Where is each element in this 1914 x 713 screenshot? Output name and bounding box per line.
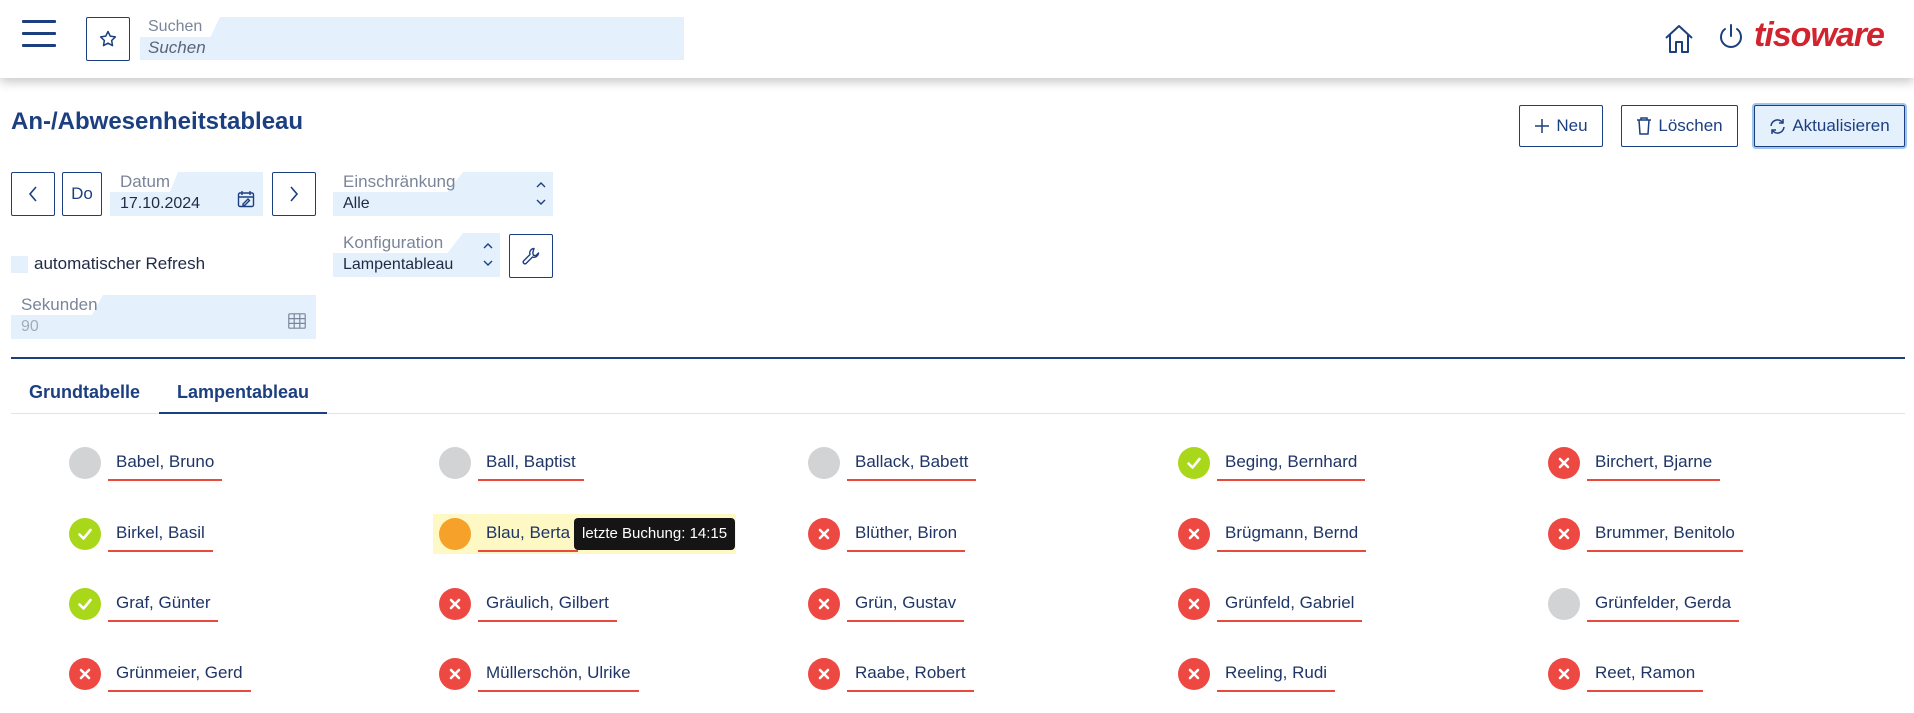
favorite-button[interactable] [86,17,130,61]
status-unknown-icon [439,447,471,479]
date-value: 17.10.2024 [120,195,201,212]
refresh-button[interactable]: Aktualisieren [1754,105,1905,147]
configuration-value: Lampentableau [343,256,454,273]
person-name[interactable]: Grünmeier, Gerd [108,656,251,692]
last-booking-tooltip: letzte Buchung: 14:15 [574,518,736,550]
auto-refresh-checkbox[interactable] [11,255,28,273]
status-absent-icon [808,518,840,550]
star-icon [99,30,117,47]
status-absent-icon [808,588,840,620]
auto-refresh-row: automatischer Refresh [11,254,205,274]
status-absent-icon [1548,447,1580,479]
plus-icon [1535,119,1550,133]
chevron-right-icon [290,186,299,202]
person-name[interactable]: Müllerschön, Ulrike [478,656,639,692]
menu-icon[interactable] [22,20,56,50]
person-name[interactable]: Blau, Berta [478,516,579,552]
status-present-icon [69,588,101,620]
person-name[interactable]: Gräulich, Gilbert [478,586,617,622]
person-name[interactable]: Graf, Günter [108,586,219,622]
tab-bar: Grundtabelle Lampentableau [11,374,1905,414]
search-input[interactable] [148,38,668,58]
home-icon[interactable] [1662,22,1696,56]
status-unknown-icon [69,447,101,479]
person-name[interactable]: Brügmann, Bernd [1217,516,1367,552]
status-absent-icon [69,658,101,690]
refresh-button-label: Aktualisieren [1792,116,1890,135]
person-name[interactable]: Birkel, Basil [108,516,213,552]
person-name[interactable]: Babel, Bruno [108,445,223,481]
status-absent-icon [808,658,840,690]
power-icon[interactable] [1716,22,1746,52]
configuration-select[interactable]: Konfiguration Lampentableau [333,233,500,277]
person-name[interactable]: Raabe, Robert [847,656,974,692]
tab-lampentableau[interactable]: Lampentableau [159,382,328,414]
status-break-icon [439,518,471,550]
number-grid-icon [288,313,306,329]
new-button-label: Neu [1556,116,1588,135]
delete-button-label: Löschen [1658,116,1723,135]
weekday-display: Do [62,172,102,216]
status-absent-icon [1178,588,1210,620]
restriction-select[interactable]: Einschränkung Alle [333,172,553,216]
status-absent-icon [1548,518,1580,550]
chevron-updown-icon [536,182,546,205]
status-present-icon [1178,447,1210,479]
configure-button[interactable] [509,234,553,278]
tab-grundtabelle[interactable]: Grundtabelle [11,382,158,414]
trash-icon [1637,117,1652,135]
calendar-icon[interactable] [237,190,255,208]
delete-button[interactable]: Löschen [1621,105,1738,147]
date-field[interactable]: Datum 17.10.2024 [110,172,263,216]
person-name[interactable]: Ball, Baptist [478,445,584,481]
seconds-label: Sekunden [21,295,98,314]
search-field: Suchen [140,17,684,60]
configuration-label: Konfiguration [343,233,444,252]
status-unknown-icon [808,447,840,479]
top-bar: Suchen tisoware [0,0,1914,78]
status-absent-icon [1548,658,1580,690]
next-day-button[interactable] [272,172,316,216]
wrench-icon [522,247,540,265]
person-name[interactable]: Grünfelder, Gerda [1587,586,1740,622]
restriction-value: Alle [343,195,370,212]
new-button[interactable]: Neu [1519,105,1603,147]
person-name[interactable]: Birchert, Bjarne [1587,445,1721,481]
date-label: Datum [120,172,171,191]
person-name[interactable]: Beging, Bernhard [1217,445,1366,481]
status-absent-icon [1178,658,1210,690]
restriction-label: Einschränkung [343,172,456,191]
person-name[interactable]: Reeling, Rudi [1217,656,1336,692]
person-name[interactable]: Grün, Gustav [847,586,965,622]
status-absent-icon [1178,518,1210,550]
auto-refresh-label: automatischer Refresh [34,254,206,273]
chevron-updown-icon [483,243,493,266]
logo: tisoware [1754,16,1885,54]
section-divider [11,357,1905,359]
seconds-field[interactable]: Sekunden 90 [11,295,316,339]
status-absent-icon [439,588,471,620]
refresh-icon [1770,118,1786,134]
page-title: An-/Abwesenheitstableau [11,108,304,135]
person-name[interactable]: Ballack, Babett [847,445,977,481]
status-unknown-icon [1548,588,1580,620]
person-name[interactable]: Blüther, Biron [847,516,966,552]
chevron-left-icon [28,186,37,202]
seconds-value: 90 [21,318,39,335]
search-label: Suchen [148,18,203,35]
status-absent-icon [439,658,471,690]
status-present-icon [69,518,101,550]
person-name[interactable]: Grünfeld, Gabriel [1217,586,1363,622]
previous-day-button[interactable] [11,172,55,216]
person-name[interactable]: Reet, Ramon [1587,656,1704,692]
person-name[interactable]: Brummer, Benitolo [1587,516,1743,552]
